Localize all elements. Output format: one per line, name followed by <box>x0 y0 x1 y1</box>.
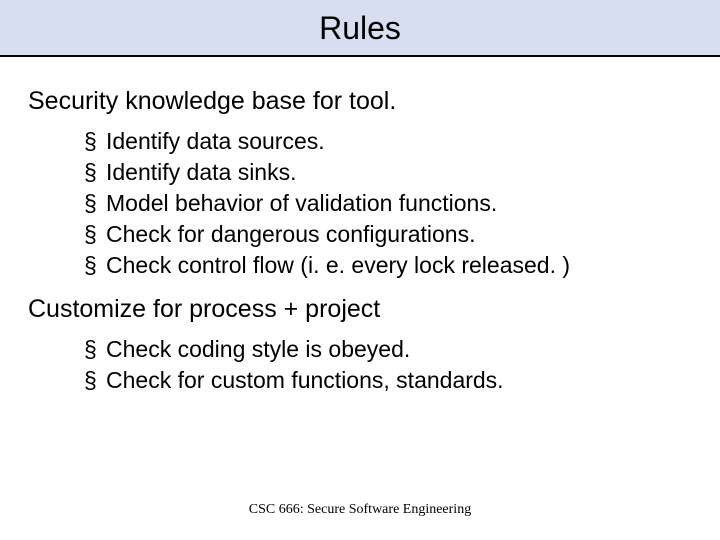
bullet-text: Identify data sinks. <box>106 157 297 188</box>
list-item: §Check for custom functions, standards. <box>84 365 692 396</box>
bullet-list: §Identify data sources. §Identify data s… <box>84 126 692 281</box>
list-item: §Identify data sources. <box>84 126 692 157</box>
section-heading: Customize for process + project <box>28 295 692 324</box>
bullet-icon: § <box>84 250 106 281</box>
bullet-icon: § <box>84 157 106 188</box>
title-bar: Rules <box>0 0 720 57</box>
list-item: §Check for dangerous configurations. <box>84 219 692 250</box>
slide-title: Rules <box>0 10 720 47</box>
list-item: §Check control flow (i. e. every lock re… <box>84 250 692 281</box>
bullet-icon: § <box>84 188 106 219</box>
bullet-text: Identify data sources. <box>106 126 325 157</box>
slide-footer: CSC 666: Secure Software Engineering <box>0 502 720 518</box>
section-heading: Security knowledge base for tool. <box>28 87 692 116</box>
list-item: §Model behavior of validation functions. <box>84 188 692 219</box>
bullet-text: Check control flow (i. e. every lock rel… <box>106 250 570 281</box>
bullet-icon: § <box>84 365 106 396</box>
bullet-text: Check for custom functions, standards. <box>106 365 504 396</box>
slide-content: Security knowledge base for tool. §Ident… <box>0 57 720 396</box>
bullet-icon: § <box>84 334 106 365</box>
bullet-text: Check for dangerous configurations. <box>106 219 476 250</box>
bullet-text: Model behavior of validation functions. <box>106 188 497 219</box>
bullet-text: Check coding style is obeyed. <box>106 334 410 365</box>
list-item: §Check coding style is obeyed. <box>84 334 692 365</box>
list-item: §Identify data sinks. <box>84 157 692 188</box>
bullet-icon: § <box>84 219 106 250</box>
bullet-list: §Check coding style is obeyed. §Check fo… <box>84 334 692 396</box>
bullet-icon: § <box>84 126 106 157</box>
